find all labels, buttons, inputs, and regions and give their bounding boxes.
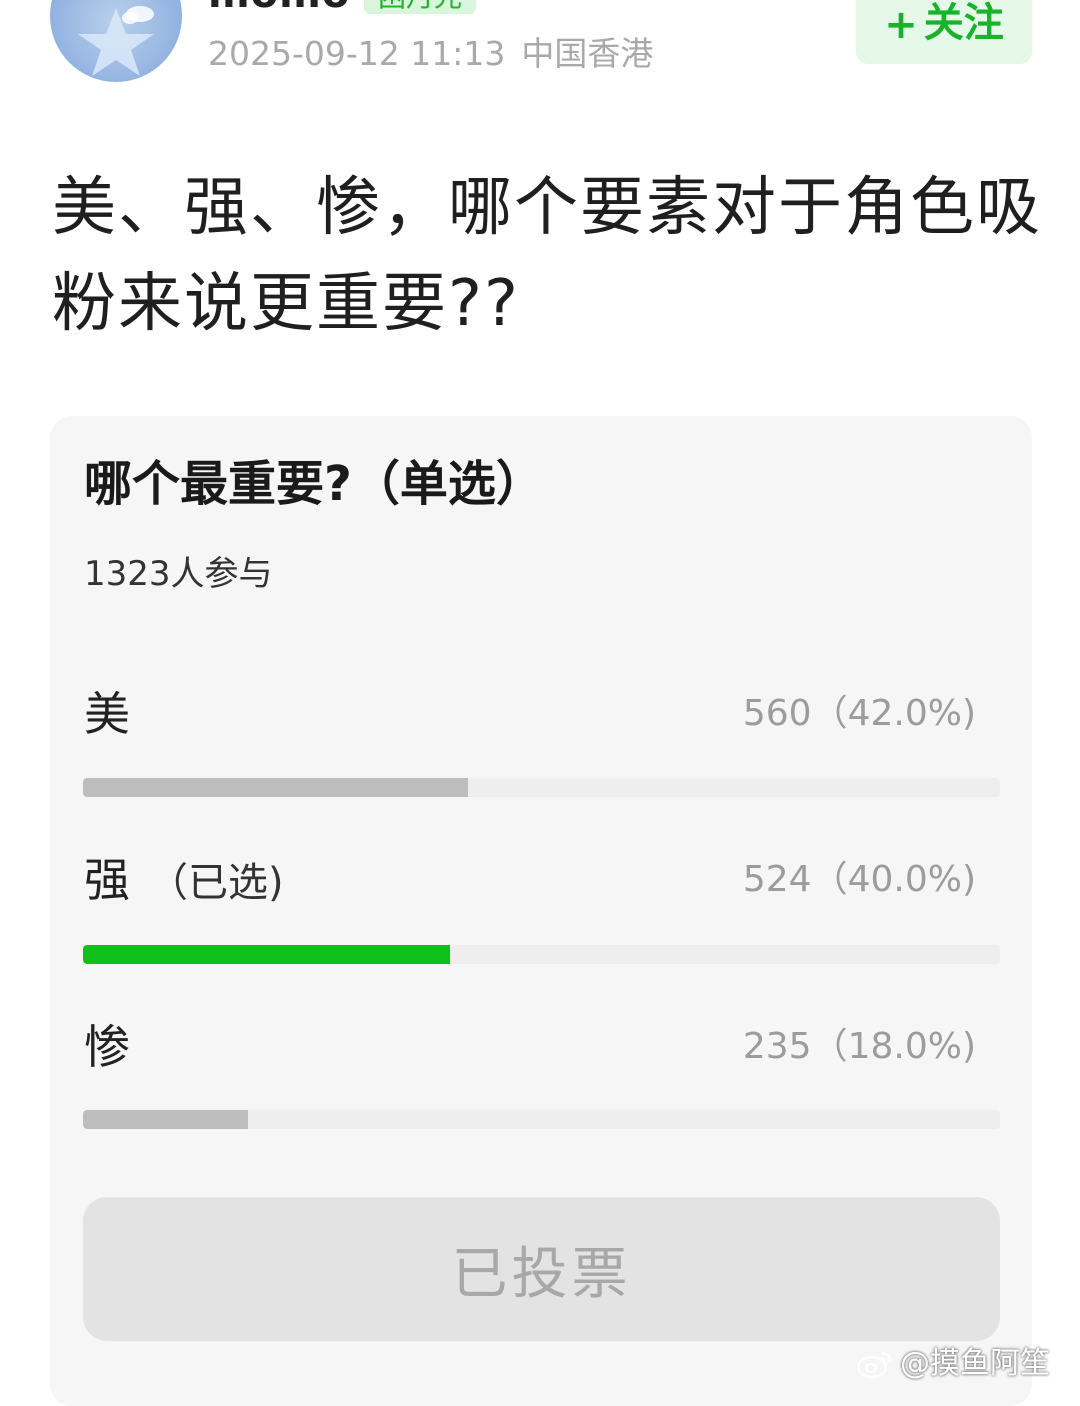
watermark-text: @摸鱼阿笙: [900, 1346, 1050, 1381]
poll-option-value: 235（18.0%): [742, 1026, 976, 1067]
post-title: 美、强、惨，哪个要素对于角色吸粉来说更重要??: [52, 171, 1042, 341]
poll-option-bar-fill: [83, 778, 469, 797]
avatar[interactable]: [50, 0, 182, 82]
post-location: 中国香港: [521, 34, 654, 73]
post-meta: 2025-09-12 11:13 中国香港: [208, 32, 653, 76]
follow-button[interactable]: + 关注: [856, 0, 1032, 64]
option-selected-tag: （已选): [148, 860, 284, 906]
poll-option-bar: [83, 1110, 1000, 1129]
poll-card: 哪个最重要?（单选） 1323人参与 美 560（42.0%) 强 （已选) 52…: [50, 416, 1032, 1406]
option-text: 美: [84, 687, 130, 741]
star-avatar-icon: [78, 6, 154, 76]
plus-icon: +: [884, 2, 918, 48]
poll-option-bar-fill: [83, 945, 450, 964]
poll-participants: 1323人参与: [84, 554, 273, 594]
poll-option-bar: [83, 778, 1000, 797]
poll-question: 哪个最重要?（单选）: [84, 456, 544, 512]
option-text: 惨: [84, 1020, 130, 1074]
user-badge: 困月光: [364, 0, 477, 14]
poll-option-value: 524（40.0%): [742, 859, 976, 900]
post-datetime: 2025-09-12 11:13: [208, 34, 506, 73]
follow-label: 关注: [923, 0, 1004, 46]
poll-option-label[interactable]: 美: [84, 684, 148, 747]
poll-option-value: 560（42.0%): [742, 693, 976, 734]
watermark: @摸鱼阿笙: [856, 1344, 1050, 1384]
poll-option-bar: [83, 945, 1000, 964]
weibo-logo-icon: [856, 1351, 892, 1379]
username[interactable]: momo: [208, 0, 350, 14]
option-text: 强: [84, 853, 130, 907]
voted-button[interactable]: 已投票: [83, 1197, 1000, 1341]
poll-option-label[interactable]: 惨: [84, 1017, 148, 1080]
poll-option-label[interactable]: 强 （已选): [84, 850, 284, 913]
poll-option-bar-fill: [83, 1110, 249, 1129]
